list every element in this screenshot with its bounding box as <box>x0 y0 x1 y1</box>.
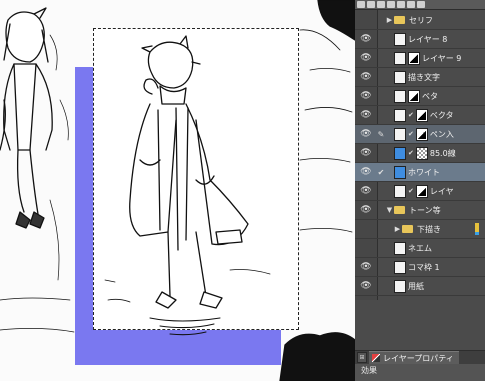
link-icon[interactable]: ✔ <box>408 187 414 195</box>
layer-thumbnail <box>394 260 406 274</box>
new-raster-layer-icon[interactable] <box>367 1 375 8</box>
layers-icon[interactable] <box>357 1 365 8</box>
pen-edit-icon[interactable]: ✎ <box>377 130 385 139</box>
layer-mask-thumbnail <box>408 89 420 103</box>
layer-row-tone-folder[interactable]: 👁 ▼ トーン等 <box>355 201 485 220</box>
layer-panel-toolbar <box>355 0 485 10</box>
eye-icon[interactable]: 👁 <box>355 205 377 215</box>
layer-row-tone-85[interactable]: 👁 ✔ 85.0線 <box>355 144 485 163</box>
eye-icon[interactable]: 👁 <box>355 167 377 177</box>
new-vector-layer-icon[interactable] <box>377 1 385 8</box>
panel-tab-bar: ⊞ レイヤープロパティ <box>355 351 485 364</box>
layer-name: コマ枠 1 <box>408 262 440 272</box>
layer-thumbnail <box>394 51 406 65</box>
drawing-canvas[interactable] <box>0 0 355 381</box>
eye-icon[interactable]: 👁 <box>355 186 377 196</box>
layer-property-icon <box>372 354 380 362</box>
folder-icon <box>394 16 405 24</box>
link-icon[interactable]: ✔ <box>408 149 414 157</box>
chevron-down-icon[interactable]: ▼ <box>385 206 394 214</box>
eye-icon[interactable]: 👁 <box>355 110 377 120</box>
tab-layer-property[interactable]: レイヤープロパティ <box>369 351 459 364</box>
merge-icon[interactable] <box>407 1 415 8</box>
layer-row-layer8[interactable]: 👁 レイヤー 8 <box>355 30 485 49</box>
layer-thumbnail <box>394 32 406 46</box>
layer-row-serifu[interactable]: ▶ セリフ <box>355 11 485 30</box>
layer-name: ネエム <box>408 243 432 253</box>
tone-thumbnail <box>415 146 428 160</box>
chevron-right-icon[interactable]: ▶ <box>385 16 394 24</box>
layer-mask-thumbnail <box>415 127 428 141</box>
layer-name: ベクタ <box>429 110 454 120</box>
paper-thumbnail <box>394 279 406 293</box>
tab-collapsed[interactable]: ⊞ <box>357 352 367 363</box>
eye-icon[interactable]: 👁 <box>355 34 377 44</box>
eye-icon[interactable]: 👁 <box>355 262 377 272</box>
layer-panel: ▶ セリフ 👁 レイヤー 8 👁 レイヤー 9 👁 描き文字 👁 ベタ 👁 ✔ … <box>355 0 485 381</box>
layer-row-pen-ink[interactable]: 👁 ✎ ✔ ペン入 <box>355 125 485 144</box>
layer-row-beta[interactable]: 👁 ベタ <box>355 87 485 106</box>
layer-thumbnail <box>394 127 406 141</box>
eye-icon[interactable]: 👁 <box>355 281 377 291</box>
layer-thumbnail <box>394 146 406 160</box>
layer-row-kakimoji[interactable]: 👁 描き文字 <box>355 68 485 87</box>
chevron-right-icon[interactable]: ▶ <box>393 225 402 233</box>
delete-icon[interactable] <box>417 1 425 8</box>
layer-row-shitagaki[interactable]: ▶ 下描き <box>355 220 485 239</box>
layer-name: ベタ <box>422 91 438 101</box>
layer-thumbnail <box>394 108 406 122</box>
eye-icon[interactable]: 👁 <box>355 53 377 63</box>
layer-row-layer-linked[interactable]: 👁 ✔ レイヤ <box>355 182 485 201</box>
layer-mask-thumbnail <box>415 184 428 198</box>
layer-row-white[interactable]: 👁 ✔ ホワイト <box>355 163 485 182</box>
eye-icon[interactable]: 👁 <box>355 91 377 101</box>
layer-thumbnail <box>394 89 406 103</box>
layer-row-paper[interactable]: 👁 用紙 <box>355 277 485 296</box>
layer-mask-thumbnail <box>415 108 428 122</box>
layer-row-name[interactable]: ネエム <box>355 239 485 258</box>
layer-name: 用紙 <box>408 281 424 291</box>
layer-thumbnail <box>394 165 406 179</box>
link-icon[interactable]: ✔ <box>408 111 414 119</box>
effect-label: 効果 <box>361 366 377 375</box>
layer-row-frame[interactable]: 👁 コマ枠 1 <box>355 258 485 277</box>
layer-name: 下描き <box>417 224 441 234</box>
layer-name: ペン入 <box>429 129 454 139</box>
layer-name: 描き文字 <box>408 72 440 82</box>
layer-name: レイヤー 8 <box>408 34 448 44</box>
layer-name: レイヤ <box>429 186 454 196</box>
line-art <box>0 0 355 381</box>
draft-marker-icon <box>475 223 479 235</box>
layer-name: レイヤー 9 <box>422 53 462 63</box>
layer-name: ホワイト <box>408 167 440 177</box>
edit-lock-icon[interactable]: ✔ <box>377 168 385 177</box>
folder-open-icon <box>394 206 405 214</box>
layer-mask-thumbnail <box>408 51 420 65</box>
layer-thumbnail <box>394 70 406 84</box>
eye-icon[interactable]: 👁 <box>355 148 377 158</box>
folder-icon <box>402 225 413 233</box>
eye-icon[interactable]: 👁 <box>355 129 377 139</box>
layer-thumbnail <box>394 241 406 255</box>
link-icon[interactable]: ✔ <box>408 130 414 138</box>
layer-name: セリフ <box>409 15 433 25</box>
layer-row-vector[interactable]: 👁 ✔ ベクタ <box>355 106 485 125</box>
layer-property-body: 効果 <box>355 364 485 381</box>
copy-layer-icon[interactable] <box>397 1 405 8</box>
layer-thumbnail <box>394 184 406 198</box>
layer-name: 85.0線 <box>429 148 456 158</box>
eye-icon[interactable]: 👁 <box>355 72 377 82</box>
layer-row-layer9[interactable]: 👁 レイヤー 9 <box>355 49 485 68</box>
layer-name: トーン等 <box>409 205 441 215</box>
tab-label: レイヤープロパティ <box>383 353 454 363</box>
new-folder-icon[interactable] <box>387 1 395 8</box>
